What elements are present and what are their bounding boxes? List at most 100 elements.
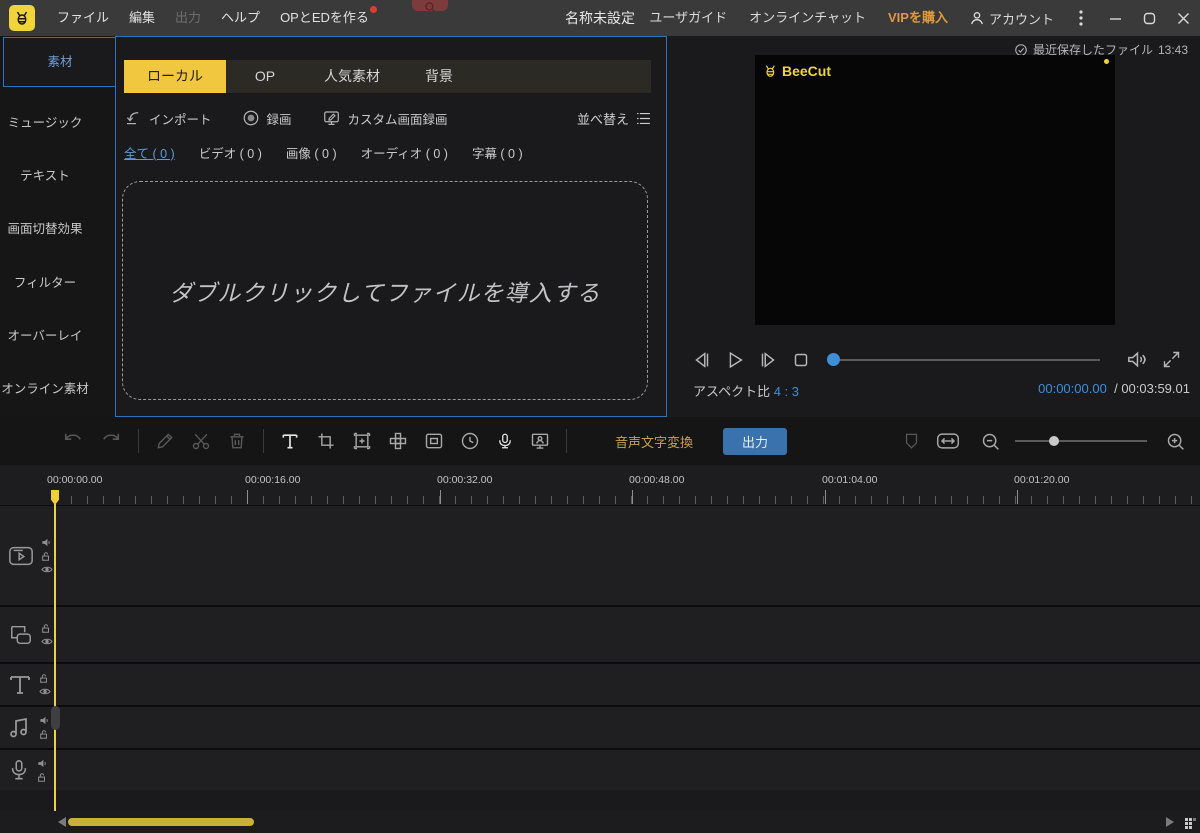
fit-timeline-icon[interactable] <box>936 431 960 451</box>
sidebar-item-filter[interactable]: フィルター <box>0 272 90 291</box>
lock-toggle-icon[interactable] <box>37 772 47 783</box>
lock-toggle-icon[interactable] <box>39 729 49 740</box>
ruler-label: 00:00:48.00 <box>629 474 684 486</box>
scrollbar-thumb[interactable] <box>68 818 254 826</box>
visibility-toggle-icon[interactable] <box>41 637 53 646</box>
sidebar-item-music[interactable]: ミュージック <box>0 112 90 131</box>
volume-button[interactable] <box>1125 348 1148 371</box>
online-chat-link[interactable]: オンラインチャット <box>738 0 877 36</box>
upper-area: 素材 ミュージック テキスト 画面切替効果 フィルター オーバーレイ オンライン… <box>0 36 1200 417</box>
split-icon[interactable] <box>191 431 211 451</box>
fullscreen-button[interactable] <box>1161 349 1182 370</box>
sidebar-item-media[interactable]: 素材 <box>3 37 116 87</box>
library-filters: 全て ( 0 ) ビデオ ( 0 ) 画像 ( 0 ) オーディオ ( 0 ) … <box>124 143 523 162</box>
marker-icon[interactable] <box>903 432 920 451</box>
menu-help[interactable]: ヘルプ <box>211 0 270 36</box>
filter-image[interactable]: 画像 ( 0 ) <box>286 143 337 162</box>
timeline-toolbar: 音声文字変換 出力 <box>0 417 1200 465</box>
scroll-right-arrow[interactable] <box>1166 817 1174 827</box>
buy-vip-link[interactable]: VIPを購入 <box>877 0 959 36</box>
redo-icon[interactable] <box>100 431 122 451</box>
visibility-toggle-icon[interactable] <box>41 565 53 574</box>
next-frame-button[interactable] <box>757 349 779 371</box>
scroll-left-arrow[interactable] <box>58 817 66 827</box>
zoom-out-icon[interactable] <box>980 431 1001 452</box>
filter-video[interactable]: ビデオ ( 0 ) <box>199 143 262 162</box>
text-tool-icon[interactable] <box>280 431 300 451</box>
zoom-in-icon[interactable] <box>1165 431 1186 452</box>
timeline-ruler[interactable]: 00:00:00.00 00:00:16.00 00:00:32.00 00:0… <box>0 465 1200 505</box>
voiceover-icon[interactable] <box>496 431 514 451</box>
sort-icon <box>635 111 652 126</box>
volume-toggle-icon[interactable] <box>39 715 50 726</box>
filter-all[interactable]: 全て ( 0 ) <box>124 143 175 162</box>
filter-subtitle[interactable]: 字幕 ( 0 ) <box>472 143 523 162</box>
time-display: 00:00:00.00 / 00:03:59.01 <box>1038 381 1190 396</box>
sort-button[interactable]: 並べ替え <box>577 109 652 128</box>
music-track-header <box>0 707 55 748</box>
zoom-slider-handle[interactable] <box>1049 436 1059 446</box>
account-button[interactable]: アカウント <box>959 9 1064 28</box>
volume-toggle-icon[interactable] <box>41 537 52 548</box>
tracks-bottom-strip <box>0 790 1200 811</box>
tab-op[interactable]: OP <box>226 60 304 93</box>
aspect-ratio-value[interactable]: 4 : 3 <box>774 384 799 399</box>
crop-tool-icon[interactable] <box>316 431 336 451</box>
menu-op-ed[interactable]: OPとEDを作る <box>270 0 379 36</box>
tab-local[interactable]: ローカル <box>124 60 226 93</box>
ruler-label: 00:01:20.00 <box>1014 474 1069 486</box>
export-button[interactable]: 出力 <box>723 428 787 455</box>
maximize-button[interactable] <box>1132 0 1166 36</box>
toolbar-separator <box>138 429 139 453</box>
ruler-major-tick <box>247 490 248 504</box>
divider-handle[interactable] <box>51 706 60 730</box>
duration-icon[interactable] <box>460 431 480 451</box>
menu-export[interactable]: 出力 <box>165 0 211 36</box>
sidebar-item-transition[interactable]: 画面切替効果 <box>0 218 90 237</box>
sidebar-item-overlay[interactable]: オーバーレイ <box>0 325 90 344</box>
lock-toggle-icon[interactable] <box>41 623 51 634</box>
import-dropzone[interactable]: ダブルクリックしてファイルを導入する <box>122 181 648 400</box>
undo-icon[interactable] <box>62 431 84 451</box>
zoom-frame-icon[interactable] <box>352 431 372 451</box>
lock-toggle-icon[interactable] <box>41 551 51 562</box>
playhead-line[interactable] <box>54 490 56 811</box>
close-button[interactable] <box>1166 0 1200 36</box>
record-button[interactable]: 録画 <box>242 109 292 128</box>
edit-icon[interactable] <box>155 431 175 451</box>
minimize-button[interactable] <box>1098 0 1132 36</box>
sidebar-item-text[interactable]: テキスト <box>0 165 90 184</box>
tab-popular[interactable]: 人気素材 <box>304 60 400 93</box>
custom-record-icon <box>322 109 341 127</box>
screen-record-icon[interactable] <box>530 431 550 451</box>
timeline-tracks <box>0 505 1200 811</box>
tab-background[interactable]: 背景 <box>400 60 478 93</box>
account-icon <box>969 10 985 26</box>
sidebar-item-online[interactable]: オンライン素材 <box>0 378 90 397</box>
play-button[interactable] <box>724 349 746 371</box>
menu-file[interactable]: ファイル <box>47 0 119 36</box>
delete-icon[interactable] <box>227 431 247 451</box>
dropzone-hint: ダブルクリックしてファイルを導入する <box>169 274 600 308</box>
mosaic-tool-icon[interactable] <box>388 431 408 451</box>
custom-screen-record-button[interactable]: カスタム画面録画 <box>322 109 448 128</box>
speech-to-text-button[interactable]: 音声文字変換 <box>615 432 693 451</box>
menu-edit[interactable]: 編集 <box>119 0 165 36</box>
search-button[interactable] <box>412 0 448 11</box>
timeline-zoom-slider[interactable] <box>1015 440 1147 442</box>
seek-handle[interactable] <box>827 353 840 366</box>
seek-bar[interactable] <box>840 359 1100 361</box>
resize-grip[interactable] <box>1185 826 1188 829</box>
stop-button[interactable] <box>790 349 812 371</box>
overflow-menu-icon[interactable] <box>1064 0 1098 36</box>
picture-in-picture-icon[interactable] <box>424 431 444 451</box>
prev-frame-button[interactable] <box>691 349 713 371</box>
video-track <box>0 506 1200 605</box>
text-track-header <box>0 664 55 705</box>
user-guide-link[interactable]: ユーザガイド <box>638 0 738 36</box>
visibility-toggle-icon[interactable] <box>39 687 51 696</box>
volume-toggle-icon[interactable] <box>37 758 48 769</box>
import-button[interactable]: インポート <box>124 109 212 128</box>
filter-audio[interactable]: オーディオ ( 0 ) <box>361 143 448 162</box>
lock-toggle-icon[interactable] <box>39 673 49 684</box>
